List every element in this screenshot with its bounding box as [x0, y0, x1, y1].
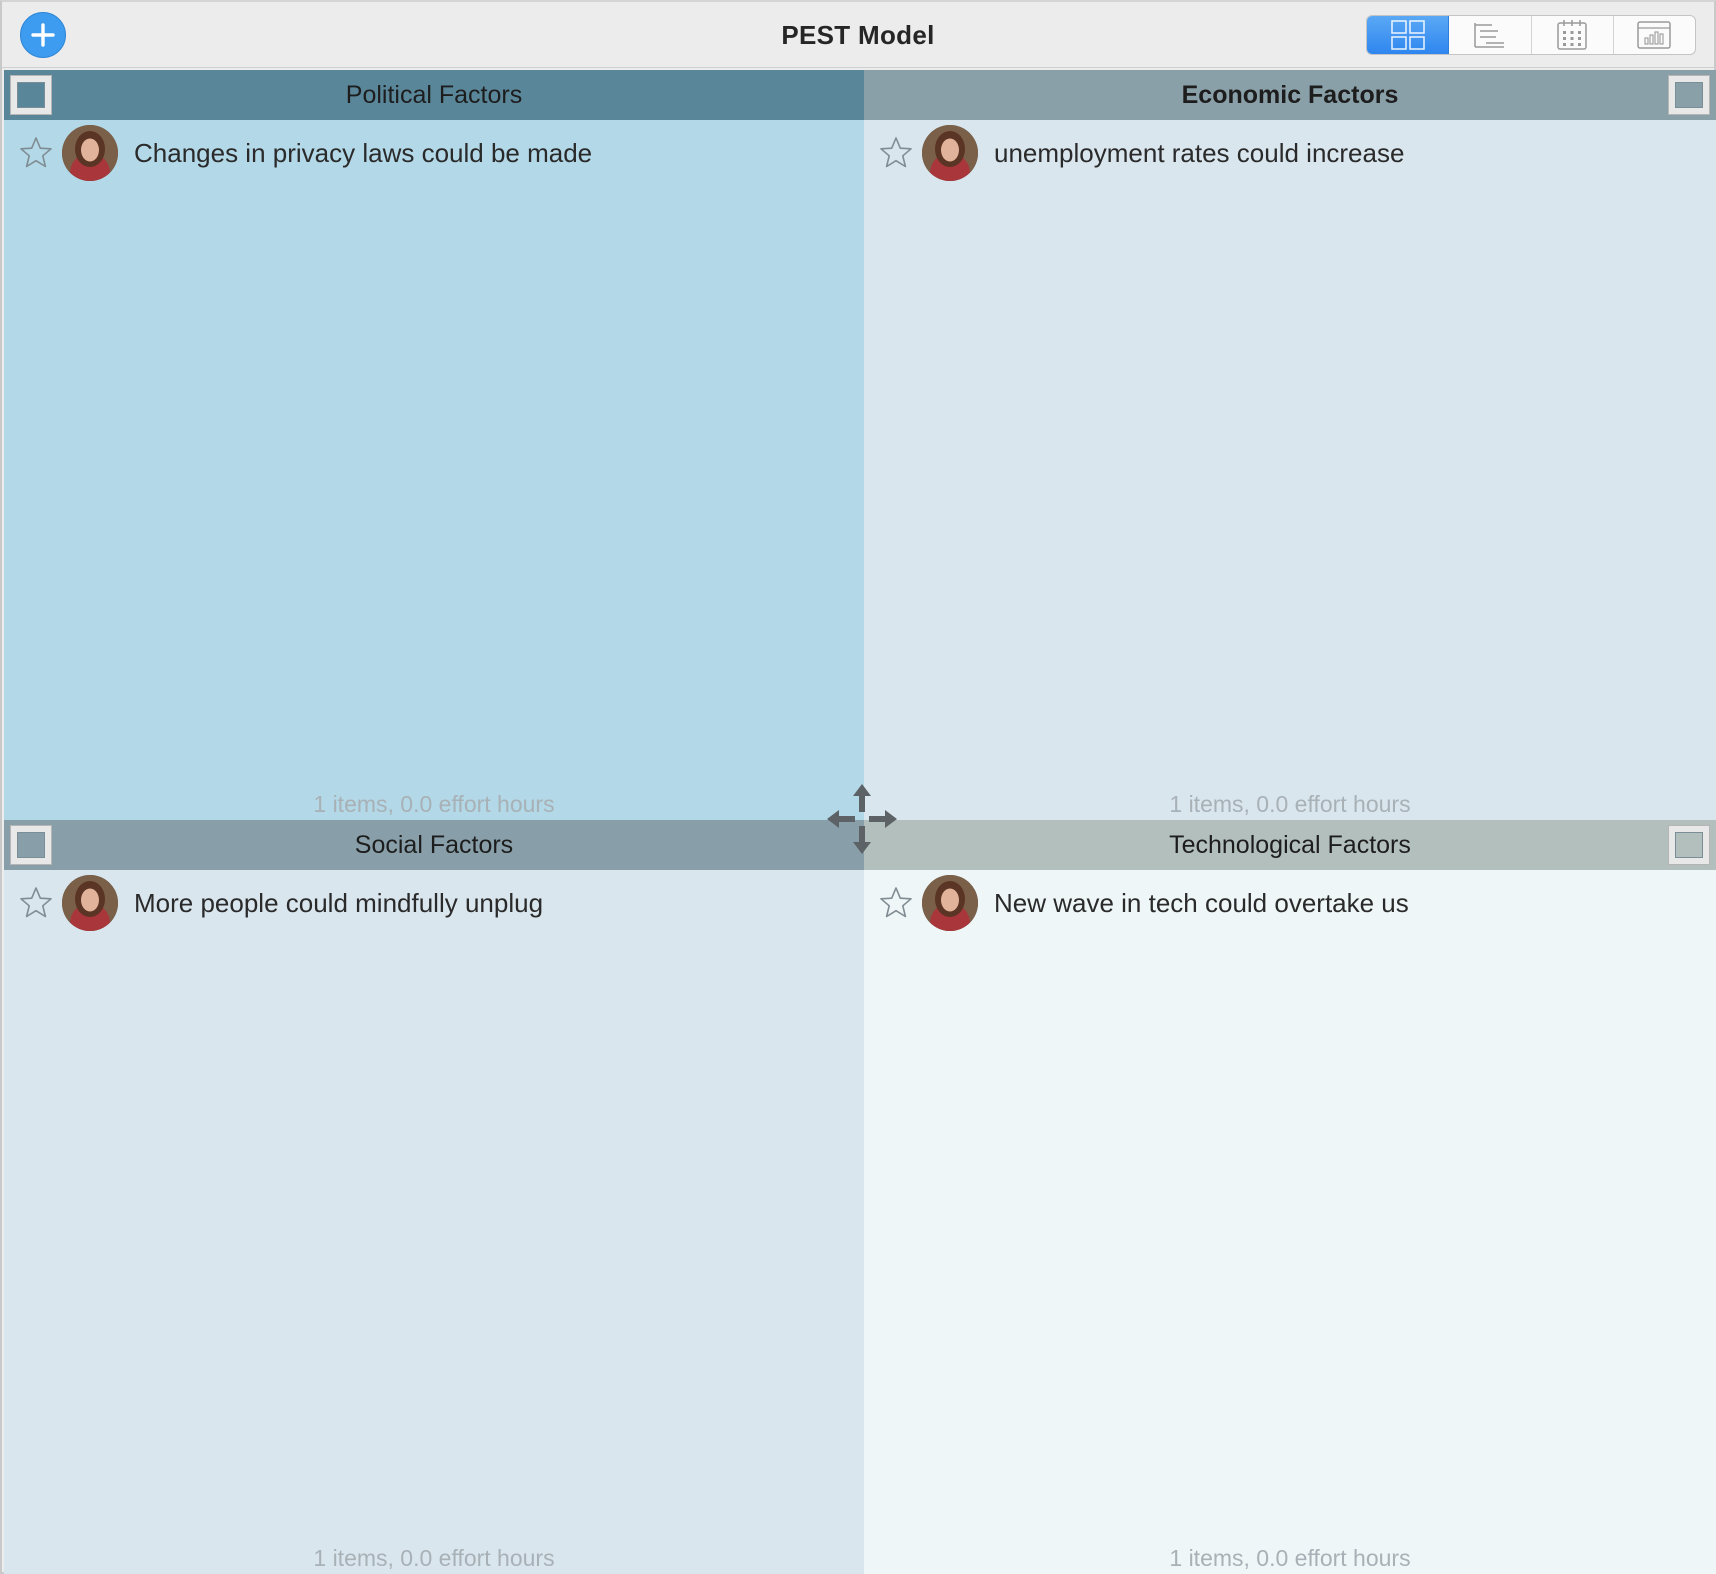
list-item[interactable]: unemployment rates could increase [876, 123, 1704, 183]
item-text[interactable]: New wave in tech could overtake us [994, 888, 1409, 919]
list-item[interactable]: New wave in tech could overtake us [876, 873, 1704, 933]
item-text[interactable]: unemployment rates could increase [994, 138, 1404, 169]
chart-icon [1637, 21, 1672, 49]
star-icon[interactable] [18, 885, 54, 921]
avatar [922, 875, 978, 931]
star-icon[interactable] [18, 135, 54, 171]
quadrant-header[interactable]: Political Factors [4, 70, 864, 120]
quadrant-header[interactable]: Technological Factors [864, 820, 1716, 870]
move-arrows-icon[interactable] [825, 782, 899, 856]
quadrant-title: Political Factors [345, 80, 523, 109]
quadrant-footer: 1 items, 0.0 effort hours [313, 791, 555, 817]
list-item[interactable]: More people could mindfully unplug [16, 873, 852, 933]
avatar [922, 125, 978, 181]
grid-icon [1390, 20, 1425, 50]
calendar-icon [1557, 20, 1587, 50]
quadrant-checkbox[interactable] [1668, 825, 1710, 865]
quadrant-header[interactable]: Social Factors [4, 820, 864, 870]
app-window: PEST Model Political Factors Changes in … [0, 0, 1716, 1574]
political-quadrant[interactable]: Political Factors Changes in privacy law… [4, 70, 864, 820]
economic-quadrant[interactable]: Economic Factors unemployment rates coul… [864, 70, 1716, 820]
quadrant-header[interactable]: Economic Factors [864, 70, 1716, 120]
quadrant-checkbox[interactable] [10, 75, 52, 115]
item-text[interactable]: More people could mindfully unplug [134, 888, 543, 919]
chart-view-button[interactable] [1614, 16, 1695, 54]
grid-view-button[interactable] [1367, 16, 1450, 54]
quadrant-title: Social Factors [354, 830, 514, 859]
star-icon[interactable] [878, 885, 914, 921]
list-item[interactable]: Changes in privacy laws could be made [16, 123, 852, 183]
avatar [62, 875, 118, 931]
avatar [62, 125, 118, 181]
item-text[interactable]: Changes in privacy laws could be made [134, 138, 592, 169]
quadrant-footer: 1 items, 0.0 effort hours [313, 1545, 555, 1571]
quadrant-footer: 1 items, 0.0 effort hours [1169, 1545, 1411, 1571]
outline-view-button[interactable] [1449, 16, 1532, 54]
quadrant-title: Economic Factors [1181, 80, 1399, 109]
social-quadrant[interactable]: Social Factors More people could mindful… [4, 820, 864, 1574]
quadrant-title: Technological Factors [1169, 830, 1411, 859]
outline-icon [1474, 23, 1504, 48]
calendar-view-button[interactable] [1532, 16, 1614, 54]
quadrant-checkbox[interactable] [10, 825, 52, 865]
technological-quadrant[interactable]: Technological Factors New wave in tech c… [864, 820, 1716, 1574]
star-icon[interactable] [878, 135, 914, 171]
view-switcher [1366, 15, 1696, 55]
quadrant-checkbox[interactable] [1668, 75, 1710, 115]
quadrant-footer: 1 items, 0.0 effort hours [1169, 791, 1411, 817]
toolbar: PEST Model [2, 2, 1714, 68]
